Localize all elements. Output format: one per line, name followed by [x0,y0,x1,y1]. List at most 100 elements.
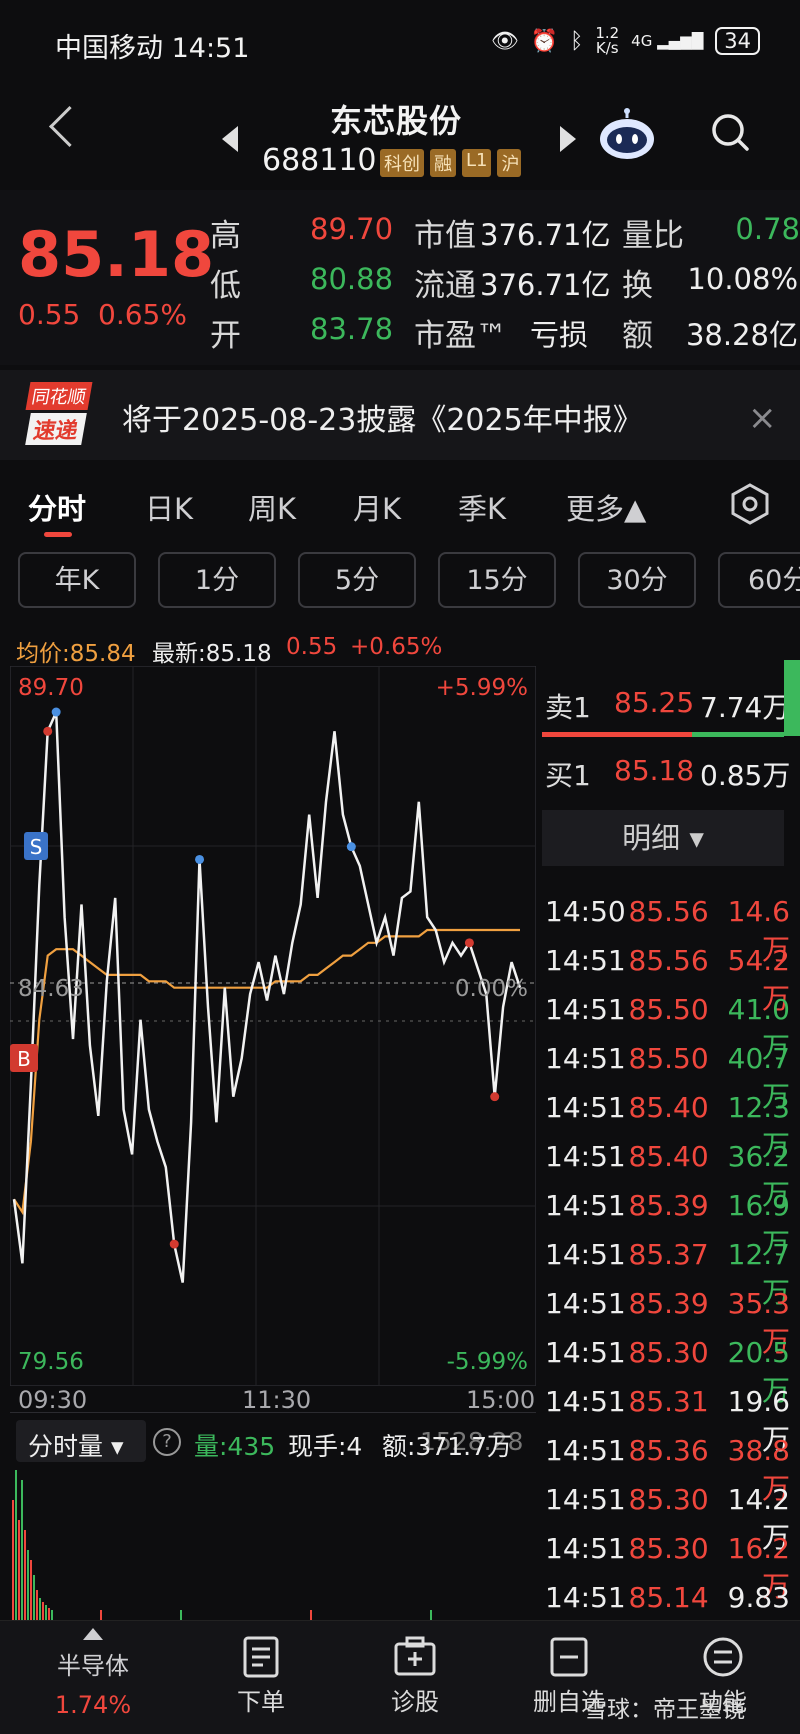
sell-bar-red [542,732,692,737]
float-value: 376.71亿 [480,268,611,302]
volume-bar [24,1530,26,1620]
y-high-label: 89.70 [18,675,84,701]
tab-underline [44,532,72,537]
period-30min[interactable]: 30分 [578,552,696,608]
pe-value: 亏损 [530,318,589,352]
pct-high-label: +5.99% [436,675,528,701]
volume-divider [10,1412,536,1413]
tab-more[interactable]: 更多▲ [566,486,646,528]
period-15min[interactable]: 15分 [438,552,556,608]
volume-bar [100,1610,102,1620]
tab-daily-k[interactable]: 日K [145,486,193,528]
announcement-text[interactable]: 将于2025-08-23披露《2025年中报》 [122,395,643,439]
eye-icon: 👁 [490,28,519,54]
current-price: 85.18 [18,218,215,291]
high-label: 高 [210,218,241,254]
mktcap-value: 376.71亿 [480,218,611,252]
buy-marker-label: B [17,1047,31,1071]
bottom-nav-sector[interactable]: 半导体 1.74% [38,1628,148,1719]
sell-marker-label: S [30,835,43,859]
detail-dropdown[interactable]: 明细 ▾ [542,810,784,866]
period-60min[interactable]: 60分 [718,552,800,608]
diagnose-icon [394,1636,436,1676]
prev-stock-icon[interactable] [222,126,238,152]
status-icons: 👁 ⏰ ᛒ 1.2 K/s 4G ▂▄▆█ 34 [491,26,760,56]
volratio-value: 0.78 [735,212,800,246]
sell1-price: 85.25 [614,686,695,719]
high-value: 89.70 [310,212,394,246]
sell1-label: 卖1 [545,691,591,724]
x-tick-1500: 15:00 [466,1386,536,1414]
tag-rong: 融 [430,149,456,177]
status-bar: 中国移动 14:51 👁 ⏰ ᛒ 1.2 K/s 4G ▂▄▆█ 34 [0,0,800,90]
help-icon[interactable]: ? [153,1428,181,1456]
avg-price: 均价:85.84 [16,641,136,667]
robot-assistant-icon[interactable] [598,108,656,160]
float-label: 流通 [414,268,476,304]
trough-dot [169,1239,179,1249]
chart-settings-icon[interactable] [728,482,772,526]
pct-low-label: -5.99% [447,1349,528,1375]
logo-top: 同花顺 [25,382,93,410]
period-1min[interactable]: 1分 [158,552,276,608]
intraday-chart[interactable]: 89.70 +5.99% 84.63 0.00% 79.56 -5.99% S … [10,666,536,1386]
search-icon[interactable] [710,112,750,152]
tag-l1: L1 [462,149,492,177]
y-low-label: 79.56 [18,1349,84,1375]
trough-dot [43,726,53,736]
peak-dot [51,707,61,717]
volume-bars [12,1470,432,1620]
volume-bar [180,1610,182,1620]
volume-bar [310,1610,312,1620]
volume-bar [48,1608,50,1620]
volume-bar [15,1470,17,1620]
turnover-value: 10.08% [687,262,798,296]
sell1-vol: 7.74万 [700,691,791,724]
period-year-k[interactable]: 年K [18,552,136,608]
volume-bar [18,1520,20,1620]
tag-hu: 沪 [497,149,522,177]
amount-value-vol: 额:371.7万 [382,1432,512,1461]
volume-type-dropdown[interactable]: 分时量 ▾ [28,1427,124,1463]
volume-value: 量:435 [194,1432,276,1461]
current-hand: 现手:4 [288,1432,363,1461]
volume-bar [33,1575,35,1620]
stock-code: 688110 [262,143,377,178]
order-icon [243,1636,279,1678]
tab-quarterly-k[interactable]: 季K [458,486,506,528]
bottom-nav-diagnose[interactable]: 诊股 [360,1636,470,1717]
tab-monthly-k[interactable]: 月K [353,486,401,528]
buy1-label: 买1 [545,759,591,792]
y-mid-label: 84.63 [18,976,84,1002]
turnover-label: 换 [622,268,653,304]
stock-tags: 科创 融 L1 沪 [380,149,522,177]
volume-bar [27,1550,29,1620]
tab-intraday[interactable]: 分时 [28,486,86,528]
net-speed: 1.2 K/s [595,24,620,57]
sector-change: 1.74% [54,1691,132,1719]
watermark-text: 雪球：帝王墨镜 [584,1697,745,1723]
mktcap-label: 市值 [414,218,476,254]
battery-icon: 34 [715,27,760,55]
info-change-pct: +0.65% [350,634,443,660]
order-label: 下单 [237,1688,285,1716]
tag-kechuang: 科创 [380,149,424,177]
volume-bar [12,1500,14,1620]
bottom-nav-order[interactable]: 下单 [206,1636,316,1717]
latest-price: 最新:85.18 [152,641,272,667]
tab-weekly-k[interactable]: 周K [248,486,296,528]
x-tick-1130: 11:30 [242,1386,312,1414]
price-change: 0.55 [18,298,81,331]
bluetooth-icon: ᛒ [570,28,584,54]
next-stock-icon[interactable] [560,126,576,152]
chevron-up-icon [83,1628,103,1640]
volume-bar [39,1598,41,1620]
sector-label: 半导体 [57,1652,129,1680]
logo-bottom: 速递 [25,413,87,445]
open-value: 83.78 [310,312,394,346]
carrier-time: 中国移动 14:51 [55,33,250,64]
period-5min[interactable]: 5分 [298,552,416,608]
sell-side-bar [784,660,800,736]
price-change-pct: 0.65% [98,298,187,331]
close-icon[interactable]: × [748,398,777,438]
